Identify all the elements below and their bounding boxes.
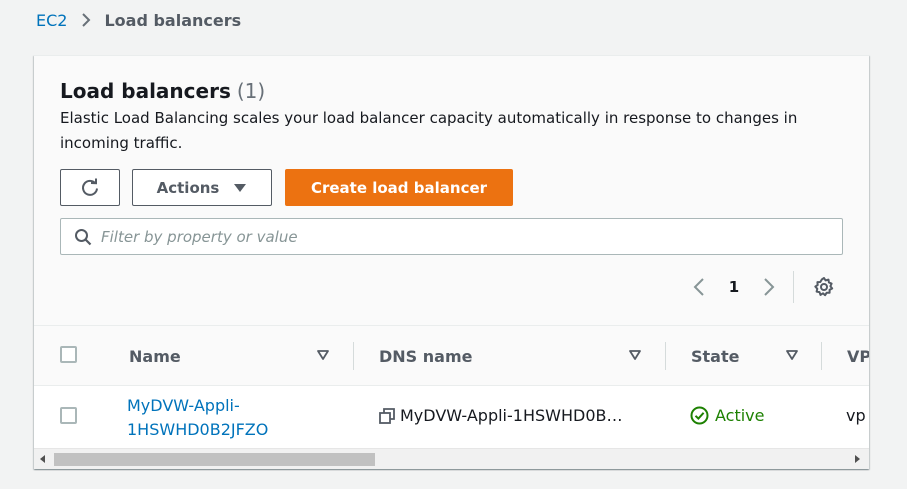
pagination-divider	[793, 271, 794, 303]
scroll-left-arrow-icon[interactable]	[40, 455, 46, 463]
refresh-button[interactable]	[60, 169, 120, 206]
title-text: Load balancers	[60, 79, 231, 103]
horizontal-scrollbar[interactable]	[34, 448, 869, 469]
column-header-dns-name[interactable]: DNS name	[379, 326, 472, 386]
create-load-balancer-button[interactable]: Create load balancer	[285, 169, 513, 206]
panel-description: Elastic Load Balancing scales your load …	[60, 109, 798, 152]
breadcrumb: EC2 Load balancers	[36, 9, 241, 31]
search-icon	[74, 228, 92, 246]
column-divider[interactable]	[821, 342, 822, 370]
column-header-name[interactable]: Name	[129, 326, 181, 386]
load-balancer-name-link[interactable]: MyDVW-Appli-1HSWHD0B2JFZO	[127, 394, 297, 442]
page-number[interactable]: 1	[711, 278, 757, 296]
table-row[interactable]: MyDVW-Appli-1HSWHD0B2JFZO MyDVW-Appli-1H…	[34, 386, 869, 448]
state-label: Active	[715, 406, 765, 425]
panel-header: Load balancers (1) Elastic Load Balancing…	[34, 56, 869, 326]
caret-down-icon	[233, 183, 247, 193]
actions-dropdown-button[interactable]: Actions	[132, 169, 272, 206]
scroll-right-arrow-icon[interactable]	[854, 455, 860, 463]
refresh-icon	[80, 178, 100, 198]
chevron-right-icon[interactable]	[757, 277, 781, 297]
chevron-right-icon	[81, 13, 91, 27]
column-header-state[interactable]: State	[691, 326, 739, 386]
filter-field[interactable]	[60, 218, 843, 255]
vpc-cell: vp	[846, 406, 866, 425]
load-balancers-panel: Load balancers (1) Elastic Load Balancing…	[34, 55, 869, 469]
column-divider[interactable]	[665, 342, 666, 370]
row-checkbox[interactable]	[60, 407, 77, 424]
gear-icon[interactable]	[813, 276, 835, 298]
select-all-checkbox[interactable]	[60, 346, 77, 363]
sort-triangle-icon[interactable]	[785, 348, 799, 362]
check-circle-icon	[690, 406, 709, 425]
column-header-vpc[interactable]: VP	[847, 326, 869, 386]
copy-icon[interactable]	[379, 407, 395, 424]
breadcrumb-current: Load balancers	[104, 10, 242, 30]
sort-triangle-icon[interactable]	[316, 348, 330, 362]
dns-name-value: MyDVW-Appli-1HSWHD0B…	[400, 406, 623, 425]
scrollbar-thumb[interactable]	[54, 453, 375, 466]
breadcrumb-ec2-link[interactable]: EC2	[36, 11, 67, 30]
page-title: Load balancers (1)	[60, 79, 265, 103]
title-count: (1)	[236, 79, 266, 103]
dns-name-cell: MyDVW-Appli-1HSWHD0B…	[379, 406, 622, 425]
sort-triangle-icon[interactable]	[628, 348, 642, 362]
table-header: Name DNS name State VP	[34, 326, 869, 386]
chevron-left-icon[interactable]	[687, 277, 711, 297]
actions-label: Actions	[156, 178, 220, 197]
filter-input[interactable]	[101, 221, 801, 252]
column-divider[interactable]	[353, 342, 354, 370]
pagination: 1	[687, 271, 835, 303]
state-status: Active	[690, 406, 765, 425]
